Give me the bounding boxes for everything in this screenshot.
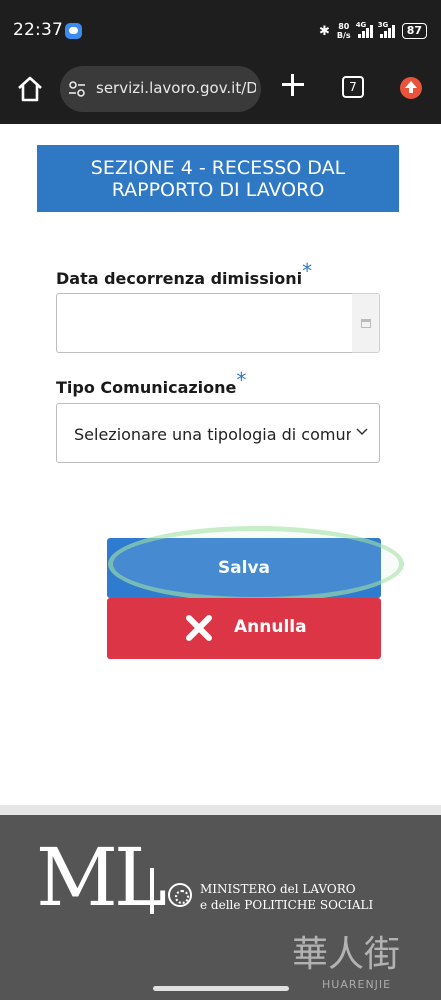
network-speed: 80 B/s <box>336 22 351 40</box>
chevron-down-icon <box>356 428 368 436</box>
calendar-button[interactable] <box>352 293 380 353</box>
bluetooth-icon: ✱ <box>319 23 330 39</box>
required-marker: * <box>302 259 313 283</box>
ministry-name: MINISTERO del LAVORO e delle POLITICHE S… <box>200 882 374 912</box>
watermark-subtext: HUARENJIE <box>322 978 392 991</box>
required-marker: * <box>236 368 247 392</box>
select-value: Selezionare una tipologia di comunicazio… <box>74 425 351 444</box>
home-icon[interactable] <box>15 74 45 104</box>
status-time: 22:37 <box>13 20 63 40</box>
browser-toolbar: servizi.lavoro.gov.it/D 7 <box>0 66 441 124</box>
logo-divider <box>150 868 154 914</box>
footer: ML MINISTERO del LAVORO e delle POLITICH… <box>0 815 441 1000</box>
close-icon <box>186 615 212 641</box>
address-bar[interactable]: servizi.lavoro.gov.it/D <box>60 66 261 112</box>
calendar-icon <box>361 319 371 328</box>
communication-type-select[interactable]: Selezionare una tipologia di comunicazio… <box>56 403 380 463</box>
scribble-overlay <box>108 526 404 602</box>
battery-indicator: 87 <box>401 23 427 39</box>
update-icon[interactable] <box>400 77 422 99</box>
chat-notification-icon <box>65 23 82 39</box>
footer-separator <box>0 805 441 815</box>
date-input[interactable] <box>56 293 353 353</box>
signal-3g-icon: 3G <box>378 21 395 38</box>
cancel-button[interactable]: Annulla <box>107 598 381 659</box>
gesture-nav-bar[interactable] <box>153 986 289 991</box>
url-text[interactable]: servizi.lavoro.gov.it/D <box>96 79 256 97</box>
ministry-logo: ML <box>36 831 167 924</box>
status-icons: ✱ 80 B/s 4G 3G 87 <box>319 21 427 40</box>
watermark: 華人街 <box>292 934 401 975</box>
new-tab-icon[interactable] <box>282 74 304 96</box>
date-field-label: Data decorrenza dimissioni* <box>56 259 313 288</box>
tab-switcher-button[interactable]: 7 <box>342 76 364 98</box>
signal-4g-icon: 4G <box>356 21 373 38</box>
status-bar: 22:37 ✱ 80 B/s 4G 3G 87 <box>0 0 441 66</box>
site-settings-icon[interactable] <box>68 80 86 98</box>
type-field-label: Tipo Comunicazione* <box>56 368 247 397</box>
republic-seal-icon <box>168 883 192 907</box>
section-title: SEZIONE 4 - RECESSO DAL RAPPORTO DI LAVO… <box>37 145 399 212</box>
